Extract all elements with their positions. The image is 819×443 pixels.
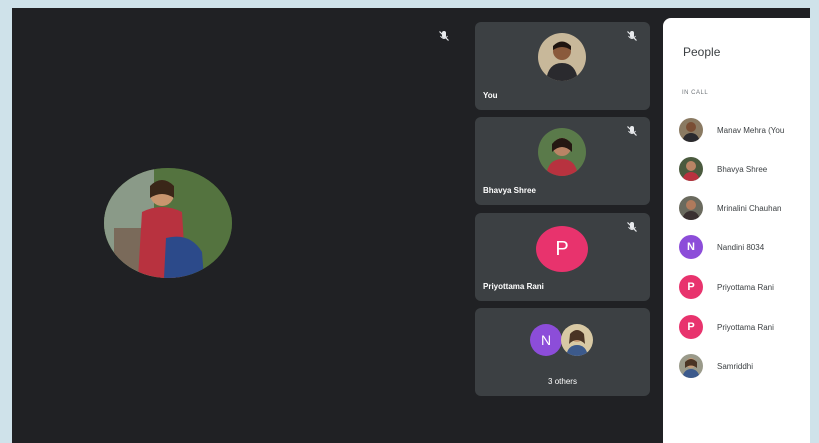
avatar — [561, 324, 593, 356]
person-name: Priyottama Rani — [717, 282, 774, 292]
participant-tile-priyottama-rani[interactable]: P Priyottama Rani — [475, 213, 650, 301]
avatar-initial: P — [679, 315, 703, 339]
mic-off-icon — [626, 125, 638, 137]
tile-name: You — [483, 91, 498, 100]
avatar — [679, 118, 703, 142]
panel-title: People — [683, 45, 721, 59]
avatar — [538, 128, 586, 176]
people-list-item[interactable]: Bhavya Shree — [679, 157, 810, 181]
participant-tile-others[interactable]: N 3 others — [475, 308, 650, 396]
avatar — [538, 33, 586, 81]
person-name: Manav Mehra (You — [717, 125, 785, 135]
main-video-stage[interactable] — [12, 8, 472, 443]
tile-name: Priyottama Rani — [483, 282, 544, 291]
mic-off-icon — [626, 221, 638, 233]
tile-name: Bhavya Shree — [483, 186, 536, 195]
people-list-item[interactable]: N Nandini 8034 — [679, 235, 810, 259]
people-list-item[interactable]: Samriddhi — [679, 354, 810, 378]
mic-off-icon — [438, 30, 450, 42]
avatar — [679, 196, 703, 220]
people-list-item[interactable]: P Priyottama Rani — [679, 315, 810, 339]
person-name: Nandini 8034 — [717, 242, 765, 252]
people-list-item[interactable]: P Priyottama Rani — [679, 275, 810, 299]
tile-name: 3 others — [548, 377, 577, 386]
mic-off-icon — [626, 30, 638, 42]
person-name: Bhavya Shree — [717, 164, 768, 174]
avatar — [679, 157, 703, 181]
avatar-initial: N — [679, 235, 703, 259]
avatar-initial: P — [536, 226, 588, 272]
avatar-initial: P — [679, 275, 703, 299]
person-name: Mrinalini Chauhan — [717, 203, 782, 213]
person-name: Priyottama Rani — [717, 322, 774, 332]
person-name: Samriddhi — [717, 361, 754, 371]
people-list-item[interactable]: Manav Mehra (You — [679, 118, 810, 142]
section-label: IN CALL — [682, 90, 709, 96]
speaker-avatar — [104, 168, 232, 278]
participant-tile-you[interactable]: You — [475, 22, 650, 110]
participant-tile-bhavya-shree[interactable]: Bhavya Shree — [475, 117, 650, 205]
avatar — [679, 354, 703, 378]
avatar-initial: N — [530, 324, 562, 356]
meet-window: You Bhavya Shree P Priyottama Rani N 3 o… — [12, 8, 810, 443]
people-list-item[interactable]: Mrinalini Chauhan — [679, 196, 810, 220]
people-panel: People IN CALL Manav Mehra (You Bhavya S… — [663, 18, 810, 443]
